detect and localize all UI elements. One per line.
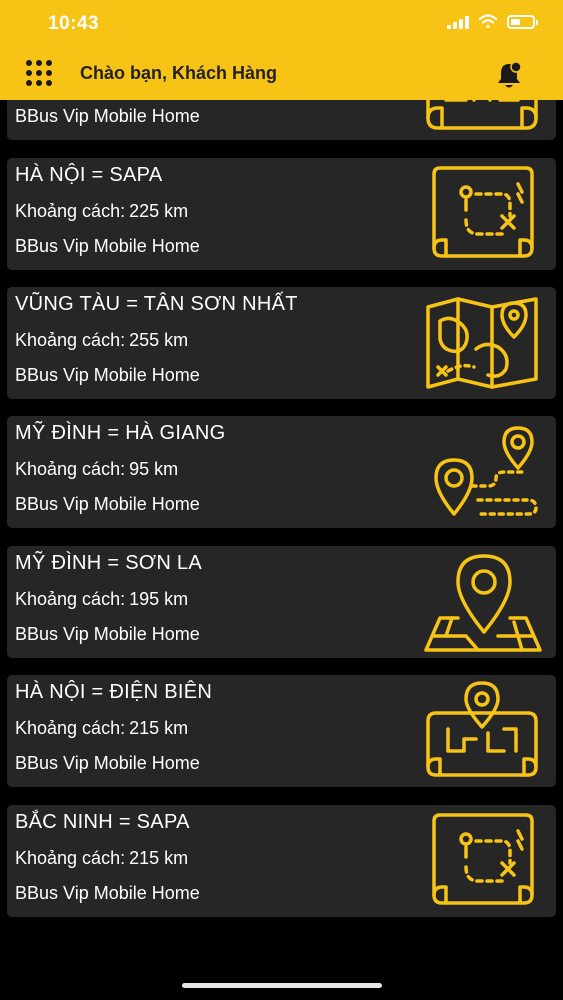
- signal-icon: [447, 15, 469, 29]
- wifi-icon: [478, 14, 498, 29]
- route-title: BẮC NINH = SAPA: [15, 811, 190, 833]
- distance-label: Khoảng cách:: [15, 848, 126, 868]
- route-distance: Khoảng cách: 215 km: [15, 718, 188, 739]
- route-distance: Khoảng cách: 195 km: [15, 589, 188, 610]
- route-title: MỸ ĐÌNH = SƠN LA: [15, 552, 202, 574]
- distance-value: 195 km: [129, 589, 189, 609]
- distance-value: 255 km: [129, 330, 189, 350]
- distance-label: Khoảng cách:: [15, 718, 126, 738]
- route-distance: Khoảng cách: 215 km: [15, 848, 188, 869]
- status-icons: [447, 14, 538, 29]
- app-screen: BBus Vip Mobile Home HÀ NỘI = SAPA Khoản…: [0, 0, 563, 1000]
- location-pin-map-icon: [418, 552, 546, 652]
- route-card[interactable]: HÀ NỘI = SAPA Khoảng cách: 225 km BBus Vi…: [7, 158, 556, 270]
- treasure-map-icon: [418, 811, 546, 911]
- world-map-pin-icon: [418, 293, 546, 393]
- route-title: MỸ ĐÌNH = HÀ GIANG: [15, 422, 226, 444]
- route-distance: Khoảng cách: 225 km: [15, 201, 188, 222]
- route-provider: BBus Vip Mobile Home: [15, 365, 200, 385]
- map-scroll-pin-icon: [418, 681, 546, 781]
- distance-label: Khoảng cách:: [15, 201, 126, 221]
- app-bar: Chào bạn, Khách Hàng: [0, 50, 563, 100]
- route-card[interactable]: HÀ NỘI = ĐIỆN BIÊN Khoảng cách: 215 km BB…: [7, 675, 556, 787]
- route-provider: BBus Vip Mobile Home: [15, 883, 200, 903]
- route-card[interactable]: BẮC NINH = SAPA Khoảng cách: 215 km BBus …: [7, 805, 556, 917]
- route-distance: Khoảng cách: 95 km: [15, 459, 178, 480]
- battery-icon: [507, 14, 538, 29]
- route-pins-icon: [418, 422, 546, 522]
- distance-label: Khoảng cách:: [15, 459, 126, 479]
- route-title: VŨNG TÀU = TÂN SƠN NHẤT: [15, 293, 298, 315]
- app-header: 10:43 Chào bạn, Khách Hàng: [0, 0, 563, 100]
- route-card[interactable]: MỸ ĐÌNH = SƠN LA Khoảng cách: 195 km BBus…: [7, 546, 556, 658]
- notification-bell-icon[interactable]: [495, 60, 523, 90]
- route-distance: Khoảng cách: 255 km: [15, 330, 188, 351]
- home-indicator: [182, 983, 382, 988]
- route-title: HÀ NỘI = ĐIỆN BIÊN: [15, 681, 213, 703]
- treasure-map-icon: [418, 164, 546, 264]
- greeting-text: Chào bạn, Khách Hàng: [80, 63, 278, 83]
- status-time: 10:43: [48, 13, 100, 34]
- distance-value: 215 km: [129, 718, 189, 738]
- distance-value: 95 km: [129, 459, 179, 479]
- route-provider: BBus Vip Mobile Home: [15, 494, 200, 514]
- route-provider: BBus Vip Mobile Home: [15, 624, 200, 644]
- distance-value: 215 km: [129, 848, 189, 868]
- route-title: HÀ NỘI = SAPA: [15, 164, 163, 186]
- distance-label: Khoảng cách:: [15, 589, 126, 609]
- distance-value: 225 km: [129, 201, 189, 221]
- route-provider: BBus Vip Mobile Home: [15, 236, 200, 256]
- status-bar: 10:43: [0, 0, 563, 50]
- route-provider: BBus Vip Mobile Home: [15, 106, 200, 126]
- route-card[interactable]: MỸ ĐÌNH = HÀ GIANG Khoảng cách: 95 km BBu…: [7, 416, 556, 528]
- route-provider: BBus Vip Mobile Home: [15, 753, 200, 773]
- grid-menu-icon[interactable]: [26, 60, 58, 88]
- distance-label: Khoảng cách:: [15, 330, 126, 350]
- route-card[interactable]: VŨNG TÀU = TÂN SƠN NHẤT Khoảng cách: 255 …: [7, 287, 556, 399]
